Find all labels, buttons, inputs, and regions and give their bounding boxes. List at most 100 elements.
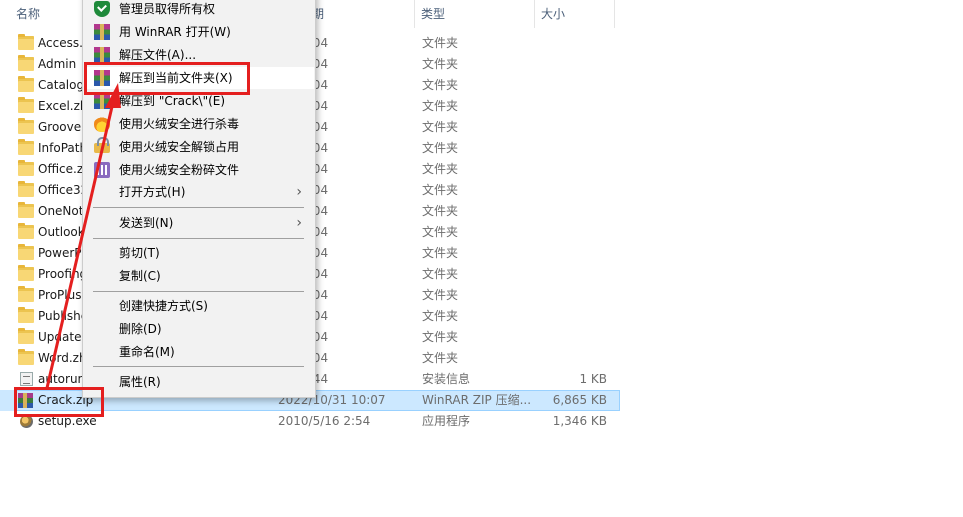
folder-icon — [18, 286, 34, 302]
annotation-highlight-crack-zip — [14, 387, 104, 417]
folder-icon — [18, 349, 34, 365]
winrar-icon — [94, 47, 110, 63]
file-type: 文件夹 — [422, 120, 459, 134]
column-header-type[interactable]: 类型 — [415, 0, 533, 28]
menu-item-rename[interactable]: 重命名(M) — [84, 341, 314, 363]
column-header-date[interactable]: 期 — [306, 0, 406, 28]
menu-item-admin-ownership[interactable]: 管理员取得所有权 — [84, 0, 314, 20]
menu-item-label: 使用火绒安全解锁占用 — [119, 140, 240, 154]
menu-separator — [93, 207, 304, 208]
folder-icon — [18, 244, 34, 260]
folder-icon — [18, 181, 34, 197]
file-name: Admin — [38, 57, 77, 71]
menu-item-properties[interactable]: 属性(R) — [84, 371, 314, 393]
menu-item-copy[interactable]: 复制(C) — [84, 265, 314, 287]
menu-separator — [93, 238, 304, 239]
file-type: 文件夹 — [422, 204, 459, 218]
chevron-right-icon: › — [296, 184, 302, 200]
file-name: Publishe — [38, 309, 89, 323]
winrar-icon — [94, 93, 110, 109]
file-type: 安装信息 — [422, 372, 471, 386]
menu-item-open-with[interactable]: 打开方式(H) › — [84, 181, 314, 203]
file-type: 文件夹 — [422, 309, 459, 323]
flame-icon — [94, 116, 110, 132]
folder-icon — [18, 118, 34, 134]
file-size: 6,865 KB — [552, 393, 607, 407]
column-divider[interactable] — [614, 0, 615, 28]
folder-icon — [18, 265, 34, 281]
file-type: 文件夹 — [422, 267, 459, 281]
file-name: Proofing — [38, 267, 88, 281]
file-name: InfoPath — [38, 141, 88, 155]
file-name: Office.zl — [38, 162, 87, 176]
menu-item-label: 创建快捷方式(S) — [119, 299, 208, 313]
menu-separator — [93, 366, 304, 367]
file-name: ProPlus. — [38, 288, 86, 302]
file-type: 文件夹 — [422, 183, 459, 197]
column-header-size[interactable]: 大小 — [535, 0, 613, 28]
file-type: 文件夹 — [422, 246, 459, 260]
menu-item-huorong-scan[interactable]: 使用火绒安全进行杀毒 — [84, 113, 314, 135]
file-name: Outlook — [38, 225, 85, 239]
file-type: 文件夹 — [422, 162, 459, 176]
file-name: Excel.zh — [38, 99, 88, 113]
file-type: 文件夹 — [422, 36, 459, 50]
menu-item-label: 剪切(T) — [119, 246, 160, 260]
menu-item-send-to[interactable]: 发送到(N) › — [84, 212, 314, 234]
folder-icon — [18, 223, 34, 239]
folder-icon — [18, 160, 34, 176]
menu-item-label: 复制(C) — [119, 269, 161, 283]
file-name: PowerP — [38, 246, 82, 260]
menu-item-label: 打开方式(H) — [119, 185, 186, 199]
menu-item-label: 重命名(M) — [119, 345, 175, 359]
folder-icon — [18, 307, 34, 323]
file-name: Groove. — [38, 120, 85, 134]
file-name: OneNot — [38, 204, 84, 218]
file-name: Catalog — [38, 78, 85, 92]
file-date: 2010/5/16 2:54 — [278, 414, 371, 428]
file-name: Update: — [38, 330, 86, 344]
file-type: 文件夹 — [422, 330, 459, 344]
file-type: 文件夹 — [422, 99, 459, 113]
folder-icon — [18, 139, 34, 155]
menu-item-label: 管理员取得所有权 — [119, 2, 216, 16]
shredder-icon — [94, 162, 110, 178]
menu-item-label: 属性(R) — [119, 375, 161, 389]
file-type: 文件夹 — [422, 57, 459, 71]
folder-icon — [18, 328, 34, 344]
folder-icon — [18, 97, 34, 113]
winrar-icon — [94, 24, 110, 40]
file-type: 文件夹 — [422, 141, 459, 155]
file-type: 文件夹 — [422, 351, 459, 365]
context-menu: 管理员取得所有权 用 WinRAR 打开(W) 解压文件(A)... 解压到当前… — [82, 0, 316, 398]
menu-item-huorong-unlock[interactable]: 使用火绒安全解锁占用 — [84, 136, 314, 158]
menu-item-label: 用 WinRAR 打开(W) — [119, 25, 231, 39]
chevron-right-icon: › — [296, 215, 302, 231]
menu-item-label: 使用火绒安全粉碎文件 — [119, 163, 240, 177]
menu-item-create-shortcut[interactable]: 创建快捷方式(S) — [84, 295, 314, 317]
file-type: 应用程序 — [422, 414, 471, 428]
file-type: 文件夹 — [422, 78, 459, 92]
column-header-name[interactable]: 名称 — [10, 0, 80, 28]
menu-item-delete[interactable]: 删除(D) — [84, 318, 314, 340]
folder-icon — [18, 202, 34, 218]
file-type: WinRAR ZIP 压缩... — [422, 393, 532, 407]
folder-icon — [18, 34, 34, 50]
annotation-highlight-extract-here — [84, 62, 250, 95]
lock-icon — [94, 137, 110, 153]
file-type: 文件夹 — [422, 288, 459, 302]
menu-item-cut[interactable]: 剪切(T) — [84, 242, 314, 264]
menu-item-open-winrar[interactable]: 用 WinRAR 打开(W) — [84, 21, 314, 43]
menu-separator — [93, 291, 304, 292]
menu-item-huorong-shred[interactable]: 使用火绒安全粉碎文件 — [84, 159, 314, 181]
file-size: 1 KB — [579, 372, 607, 386]
inf-file-icon — [20, 372, 33, 386]
menu-item-label: 删除(D) — [119, 322, 162, 336]
folder-icon — [18, 55, 34, 71]
file-name: Office32 — [38, 183, 89, 197]
menu-item-label: 发送到(N) — [119, 216, 174, 230]
menu-item-label: 使用火绒安全进行杀毒 — [119, 117, 240, 131]
file-size: 1,346 KB — [552, 414, 607, 428]
file-name: Word.zh — [38, 351, 87, 365]
file-type: 文件夹 — [422, 225, 459, 239]
